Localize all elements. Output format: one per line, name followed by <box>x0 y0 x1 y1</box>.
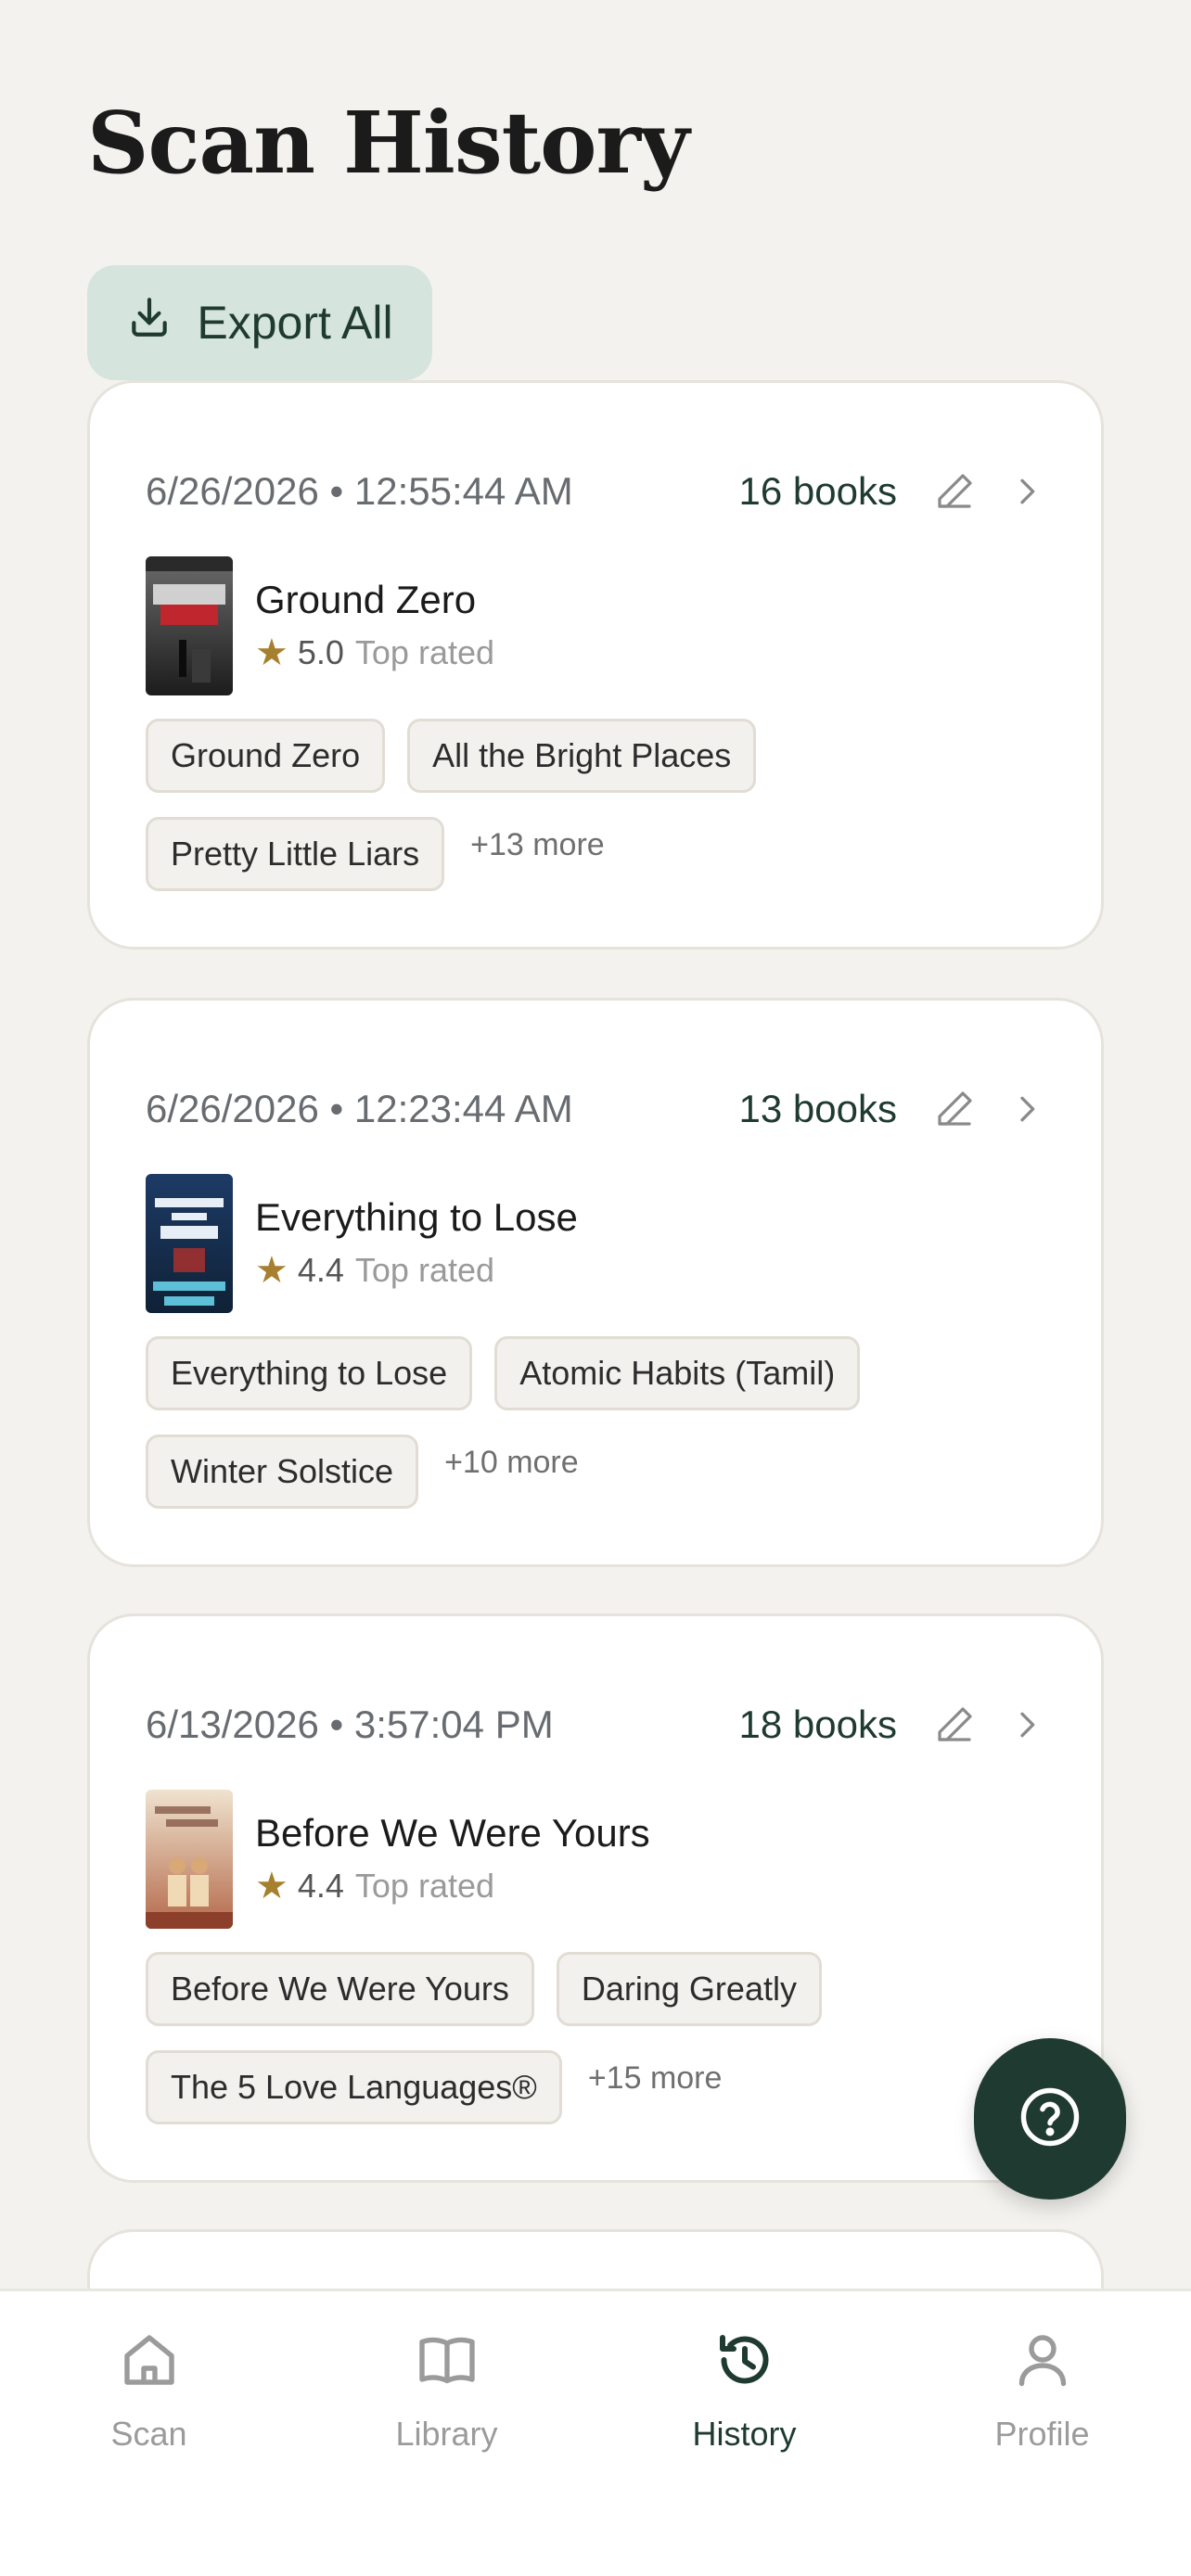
book-chip[interactable]: The 5 Love Languages® <box>146 2050 562 2124</box>
download-icon <box>126 294 173 351</box>
book-chip[interactable]: Daring Greatly <box>556 1952 822 2026</box>
edit-pencil-icon[interactable] <box>932 469 977 514</box>
top-rated-label: Top rated <box>354 633 495 671</box>
book-chips: Ground Zero All the Bright Places Pretty… <box>146 719 1045 891</box>
scan-history-screen: Scan History Export All 6/26/2026 • 12:5… <box>0 0 1191 2576</box>
top-rated-label: Top rated <box>354 1867 495 1905</box>
page-title: Scan History <box>87 93 689 193</box>
book-chip[interactable]: Winter Solstice <box>146 1435 419 1509</box>
book-chip[interactable]: Everything to Lose <box>146 1336 473 1410</box>
session-timestamp: 6/26/2026 • 12:23:44 AM <box>146 1087 573 1130</box>
edit-pencil-icon[interactable] <box>932 1702 977 1747</box>
chevron-right-icon[interactable] <box>1008 473 1045 510</box>
book-chip[interactable]: Ground Zero <box>146 719 386 793</box>
tab-history[interactable]: History <box>596 2291 893 2576</box>
history-icon <box>711 2327 778 2398</box>
tab-profile[interactable]: Profile <box>893 2291 1191 2576</box>
session-timestamp: 6/13/2026 • 3:57:04 PM <box>146 1702 554 1746</box>
star-icon: ★ <box>255 1866 288 1906</box>
tab-label: Profile <box>994 2415 1090 2453</box>
scan-session-card[interactable]: 6/26/2026 • 12:23:44 AM 13 books Everyth… <box>87 998 1104 1567</box>
book-chip[interactable]: Pretty Little Liars <box>146 817 445 891</box>
rating-value: 4.4 <box>297 1251 344 1289</box>
top-book[interactable]: Before We Were Yours ★ 4.4 Top rated <box>146 1789 650 1930</box>
tab-library[interactable]: Library <box>298 2291 596 2576</box>
card-header: 6/13/2026 • 3:57:04 PM 18 books <box>146 1692 1045 1757</box>
book-chips: Before We Were Yours Daring Greatly The … <box>146 1952 1045 2124</box>
top-book-title: Ground Zero <box>255 578 477 621</box>
star-icon: ★ <box>255 1250 288 1291</box>
session-timestamp: 6/26/2026 • 12:55:44 AM <box>146 469 573 513</box>
tab-label: History <box>692 2415 797 2453</box>
top-book[interactable]: Ground Zero ★ 5.0 Top rated <box>146 555 494 696</box>
star-icon: ★ <box>255 632 288 673</box>
top-book[interactable]: Everything to Lose ★ 4.4 Top rated <box>146 1173 578 1314</box>
chevron-right-icon[interactable] <box>1008 1706 1045 1743</box>
top-rated-label: Top rated <box>354 1251 495 1289</box>
help-button[interactable] <box>974 2038 1126 2200</box>
person-icon <box>1009 2327 1076 2398</box>
export-all-label: Export All <box>197 297 393 349</box>
book-count: 16 books <box>738 469 897 513</box>
scan-session-card[interactable]: 6/26/2026 • 12:55:44 AM 16 books Ground … <box>87 380 1104 950</box>
book-chips: Everything to Lose Atomic Habits (Tamil)… <box>146 1336 1045 1509</box>
bottom-tab-bar: Scan Library History Profile <box>0 2289 1191 2576</box>
rating-value: 5.0 <box>297 633 344 671</box>
card-header: 6/26/2026 • 12:55:44 AM 16 books <box>146 459 1045 524</box>
card-header: 6/26/2026 • 12:23:44 AM 13 books <box>146 1077 1045 1141</box>
tab-label: Library <box>395 2415 498 2453</box>
more-count: +15 more <box>587 2060 723 2096</box>
question-circle-icon <box>1017 2084 1083 2155</box>
export-all-button[interactable]: Export All <box>87 265 432 380</box>
rating-line: ★ 4.4 Top rated <box>255 1865 650 1907</box>
book-cover-ground-zero <box>146 556 233 695</box>
more-count: +13 more <box>470 826 605 862</box>
tab-label: Scan <box>110 2415 187 2453</box>
more-count: +10 more <box>444 1444 579 1480</box>
scan-session-card[interactable]: 6/13/2026 • 3:57:04 PM 18 books Before W… <box>87 1613 1104 2183</box>
top-book-title: Everything to Lose <box>255 1195 578 1239</box>
book-icon <box>414 2327 480 2398</box>
home-icon <box>116 2327 183 2398</box>
edit-pencil-icon[interactable] <box>932 1087 977 1131</box>
book-cover-before-we-were-yours <box>146 1790 233 1929</box>
book-cover-everything-to-lose <box>146 1174 233 1313</box>
rating-value: 4.4 <box>297 1867 344 1905</box>
book-chip[interactable]: Atomic Habits (Tamil) <box>494 1336 861 1410</box>
book-chip[interactable]: All the Bright Places <box>407 719 757 793</box>
book-count: 18 books <box>738 1702 897 1746</box>
book-count: 13 books <box>738 1087 897 1130</box>
rating-line: ★ 5.0 Top rated <box>255 631 494 674</box>
book-chip[interactable]: Before We Were Yours <box>146 1952 534 2026</box>
rating-line: ★ 4.4 Top rated <box>255 1249 578 1292</box>
top-book-title: Before We Were Yours <box>255 1811 650 1855</box>
tab-scan[interactable]: Scan <box>0 2291 298 2576</box>
chevron-right-icon[interactable] <box>1008 1090 1045 1128</box>
